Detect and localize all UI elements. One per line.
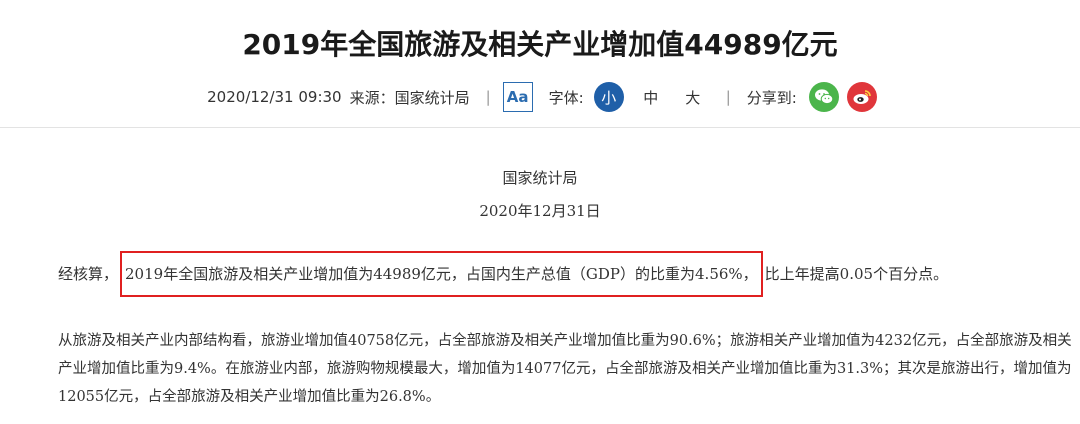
font-size-medium-button[interactable]: 中	[636, 82, 666, 112]
font-size-large-button[interactable]: 大	[678, 82, 708, 112]
article-source: 来源：国家统计局	[349, 88, 470, 107]
share-label: 分享到:	[746, 88, 797, 107]
font-size-label: 字体:	[548, 88, 584, 107]
article-meta-bar: 2020/12/31 09:30 来源：国家统计局 | Aa 字体: 小 中 大…	[0, 80, 1080, 114]
meta-separator: |	[725, 88, 731, 106]
body-source-org: 国家统计局	[502, 169, 578, 187]
paragraph-lead: 经核算，	[58, 265, 119, 283]
wechat-icon[interactable]	[808, 82, 839, 112]
article-title: 2019年全国旅游及相关产业增加值44989亿元	[242, 27, 838, 61]
font-size-icon[interactable]: Aa	[502, 82, 533, 112]
meta-separator: |	[485, 88, 491, 106]
header-divider	[0, 127, 1080, 128]
paragraph-tail: 比上年提高0.05个百分点。	[764, 265, 949, 283]
highlighted-statement: 2019年全国旅游及相关产业增加值为44989亿元，占国内生产总值（GDP）的比…	[120, 251, 763, 297]
paragraph-summary: 经核算， 2019年全国旅游及相关产业增加值为44989亿元，占国内生产总值（GD…	[58, 251, 1068, 297]
weibo-icon[interactable]	[846, 82, 877, 112]
font-size-small-button[interactable]: 小	[593, 82, 624, 112]
publish-datetime: 2020/12/31 09:30	[207, 88, 342, 106]
paragraph-structure: 从旅游及相关产业内部结构看，旅游业增加值40758亿元，占全部旅游及相关产业增加…	[58, 333, 1072, 405]
body-date: 2020年12月31日	[479, 202, 601, 220]
